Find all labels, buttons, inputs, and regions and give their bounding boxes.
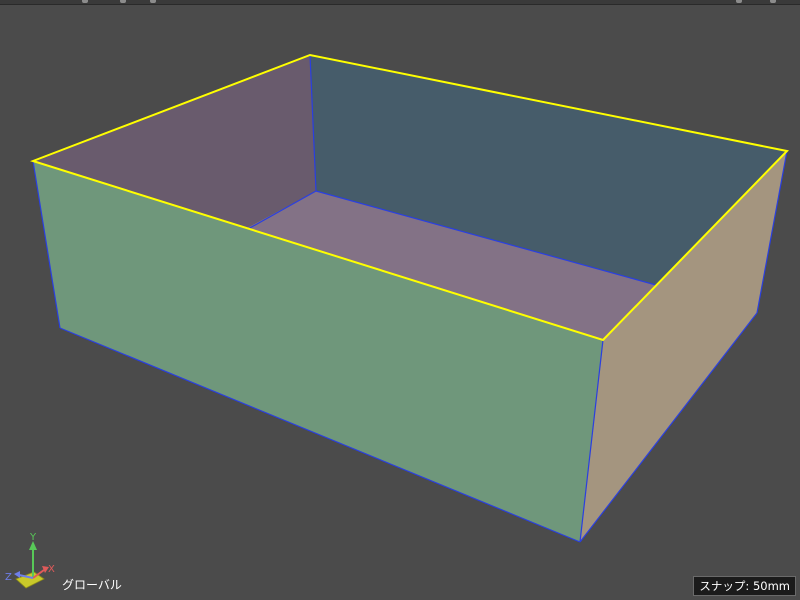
box-model[interactable] [0, 0, 800, 600]
3d-viewport[interactable]: Y X Z グローバル スナップ: 50mm [0, 0, 800, 600]
x-axis-label: X [48, 564, 55, 575]
z-axis-arrowhead [14, 571, 20, 578]
coordinate-system-label[interactable]: グローバル [62, 578, 122, 592]
snap-setting-badge[interactable]: スナップ: 50mm [693, 576, 796, 596]
y-axis-label: Y [29, 532, 37, 543]
axis-gizmo[interactable]: Y X Z [4, 528, 60, 594]
z-axis-label: Z [5, 572, 12, 583]
